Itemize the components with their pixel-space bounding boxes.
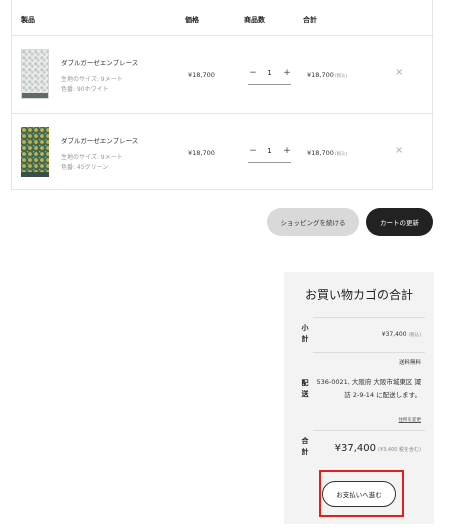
tax-note: (税込)	[408, 333, 421, 338]
product-price: ¥18,700	[188, 149, 215, 157]
increase-quantity-button[interactable]: +	[282, 146, 292, 156]
tax-included-note: (¥3,400 税を含む)	[378, 447, 421, 453]
quantity-input[interactable]: 1	[260, 69, 279, 77]
remove-item-icon[interactable]: ×	[395, 67, 403, 78]
product-size: 生地のサイズ: 9メート	[61, 76, 123, 83]
decrease-quantity-button[interactable]: −	[248, 68, 258, 78]
tax-note: (税込)	[334, 152, 348, 157]
cart-subtotal: ¥37,400 (税込)	[382, 331, 421, 338]
product-thumbnail[interactable]	[21, 127, 49, 177]
table-header: 製品 価格 商品数 合計	[12, 0, 434, 36]
update-cart-button[interactable]: カートの更新	[366, 208, 433, 236]
subtotal-label: 小計	[301, 324, 309, 343]
increase-quantity-button[interactable]: +	[282, 68, 292, 78]
shipping-label: 配送	[301, 379, 309, 398]
shipping-address: 536-0021, 大阪府 大阪市城東区 諏訪 2-9-14 に配送します。	[316, 378, 421, 399]
quantity-stepper: − 1 +	[248, 141, 291, 163]
divider	[313, 352, 425, 353]
product-color: 色番: 45グリーン	[61, 164, 109, 171]
cart-table: 製品 価格 商品数 合計 ダブルガーゼエンブレース 生地のサイズ: 9メート 色…	[11, 0, 434, 192]
header-price: 価格	[185, 16, 199, 24]
product-price: ¥18,700	[188, 71, 215, 79]
header-product: 製品	[21, 16, 35, 24]
product-thumbnail[interactable]	[21, 49, 49, 99]
quantity-stepper: − 1 +	[248, 63, 291, 85]
shipping-free: 送料無料	[398, 360, 421, 366]
table-row: ダブルガーゼエンブレース 生地のサイズ: 9メート 色番: 45グリーン ¥18…	[12, 115, 434, 192]
decrease-quantity-button[interactable]: −	[248, 146, 258, 156]
header-total: 合計	[303, 16, 317, 24]
continue-shopping-button[interactable]: ショッピングを続ける	[267, 208, 359, 236]
cart-subtotal-value: ¥37,400	[381, 331, 407, 338]
order-total: ¥37,400 (¥3,400 税を含む)	[335, 443, 421, 454]
line-subtotal-value: ¥18,700	[307, 149, 334, 157]
line-subtotal: ¥18,700(税込)	[307, 71, 347, 79]
total-label: 合計	[301, 437, 309, 456]
quantity-input[interactable]: 1	[260, 147, 279, 155]
change-address-link[interactable]: 住所を変更	[399, 417, 422, 423]
order-total-value: ¥37,400	[334, 443, 376, 454]
divider	[313, 317, 425, 318]
tax-note: (税込)	[334, 74, 348, 79]
remove-item-icon[interactable]: ×	[395, 145, 403, 156]
product-size: 生地のサイズ: 9メート	[61, 154, 123, 161]
table-row: ダブルガーゼエンブレース 生地のサイズ: 9メート 色番: 90ホワイト ¥18…	[12, 37, 434, 114]
highlight-box	[319, 470, 404, 517]
line-subtotal-value: ¥18,700	[307, 71, 334, 79]
divider	[313, 430, 425, 431]
header-quantity: 商品数	[244, 16, 265, 24]
product-name[interactable]: ダブルガーゼエンブレース	[61, 135, 138, 145]
product-color: 色番: 90ホワイト	[61, 86, 109, 93]
cart-totals-title: お買い物カゴの合計	[304, 288, 413, 302]
line-subtotal: ¥18,700(税込)	[307, 149, 347, 157]
product-name[interactable]: ダブルガーゼエンブレース	[61, 57, 138, 67]
